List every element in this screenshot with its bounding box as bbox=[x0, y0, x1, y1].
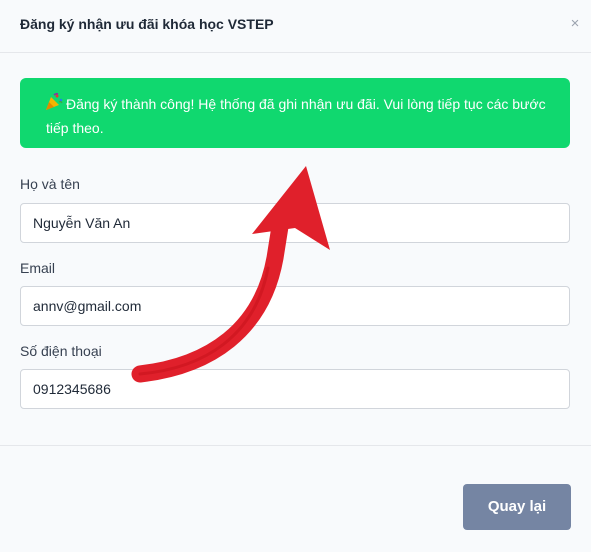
alert-message: Đăng ký thành công! Hệ thống đã ghi nhận… bbox=[46, 96, 546, 136]
name-label: Họ và tên bbox=[20, 176, 80, 192]
modal-header: Đăng ký nhận ưu đãi khóa học VSTEP × bbox=[0, 0, 591, 53]
modal-title: Đăng ký nhận ưu đãi khóa học VSTEP bbox=[20, 16, 274, 32]
party-popper-icon bbox=[46, 93, 63, 110]
name-field[interactable]: Nguyễn Văn An bbox=[20, 203, 570, 243]
phone-label: Số điện thoại bbox=[20, 343, 102, 359]
registration-modal: Đăng ký nhận ưu đãi khóa học VSTEP × Đăn… bbox=[0, 0, 591, 552]
phone-field[interactable]: 0912345686 bbox=[20, 369, 570, 409]
email-label: Email bbox=[20, 260, 56, 276]
back-button[interactable]: Quay lại bbox=[463, 484, 571, 530]
success-alert: Đăng ký thành công! Hệ thống đã ghi nhận… bbox=[20, 78, 570, 148]
close-icon[interactable]: × bbox=[567, 16, 583, 32]
footer-divider bbox=[0, 445, 591, 446]
email-field[interactable]: annv@gmail.com bbox=[20, 286, 570, 326]
